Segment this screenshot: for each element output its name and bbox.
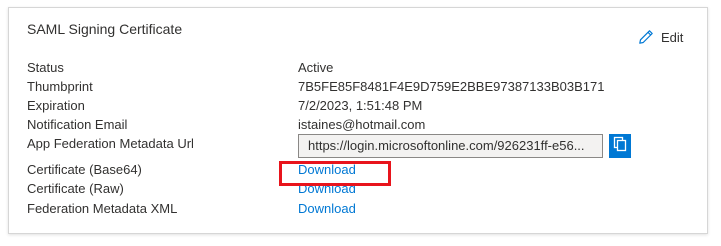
certificate-base64-label: Certificate (Base64): [27, 162, 142, 177]
edit-button[interactable]: Edit: [638, 29, 683, 45]
certificate-raw-row: Certificate (Raw) Download: [27, 179, 697, 199]
notification-email-value: istaines@hotmail.com: [298, 117, 426, 132]
certificate-raw-label: Certificate (Raw): [27, 181, 124, 196]
status-label: Status: [27, 60, 64, 75]
saml-signing-certificate-card: SAML Signing Certificate Edit Status Act…: [8, 7, 708, 234]
notification-email-row: Notification Email istaines@hotmail.com: [27, 115, 697, 135]
card-title: SAML Signing Certificate: [27, 21, 183, 37]
federation-metadata-xml-row: Federation Metadata XML Download: [27, 199, 697, 219]
notification-email-label: Notification Email: [27, 117, 128, 132]
thumbprint-value: 7B5FE85F8481F4E9D759E2BBE97387133B03B171: [298, 79, 605, 94]
expiration-row: Expiration 7/2/2023, 1:51:48 PM: [27, 96, 697, 116]
federation-metadata-xml-download-link[interactable]: Download: [298, 199, 356, 218]
status-value: Active: [298, 60, 334, 75]
copy-icon: [613, 136, 627, 157]
federation-metadata-xml-label: Federation Metadata XML: [27, 201, 178, 216]
expiration-value: 7/2/2023, 1:51:48 PM: [298, 98, 423, 113]
certificate-raw-download-link[interactable]: Download: [298, 179, 356, 198]
status-row: Status Active: [27, 58, 697, 78]
edit-label: Edit: [661, 29, 684, 45]
copy-to-clipboard-button[interactable]: [609, 134, 631, 158]
metadata-url-label: App Federation Metadata Url: [27, 136, 194, 151]
thumbprint-label: Thumbprint: [27, 79, 93, 94]
certificate-base64-download-link[interactable]: Download: [298, 160, 356, 179]
metadata-url-field[interactable]: https://login.microsoftonline.com/926231…: [298, 134, 603, 158]
expiration-label: Expiration: [27, 98, 85, 113]
pencil-icon: [638, 29, 654, 45]
certificate-base64-row: Certificate (Base64) Download: [27, 160, 697, 180]
thumbprint-row: Thumbprint 7B5FE85F8481F4E9D759E2BBE9738…: [27, 77, 697, 97]
